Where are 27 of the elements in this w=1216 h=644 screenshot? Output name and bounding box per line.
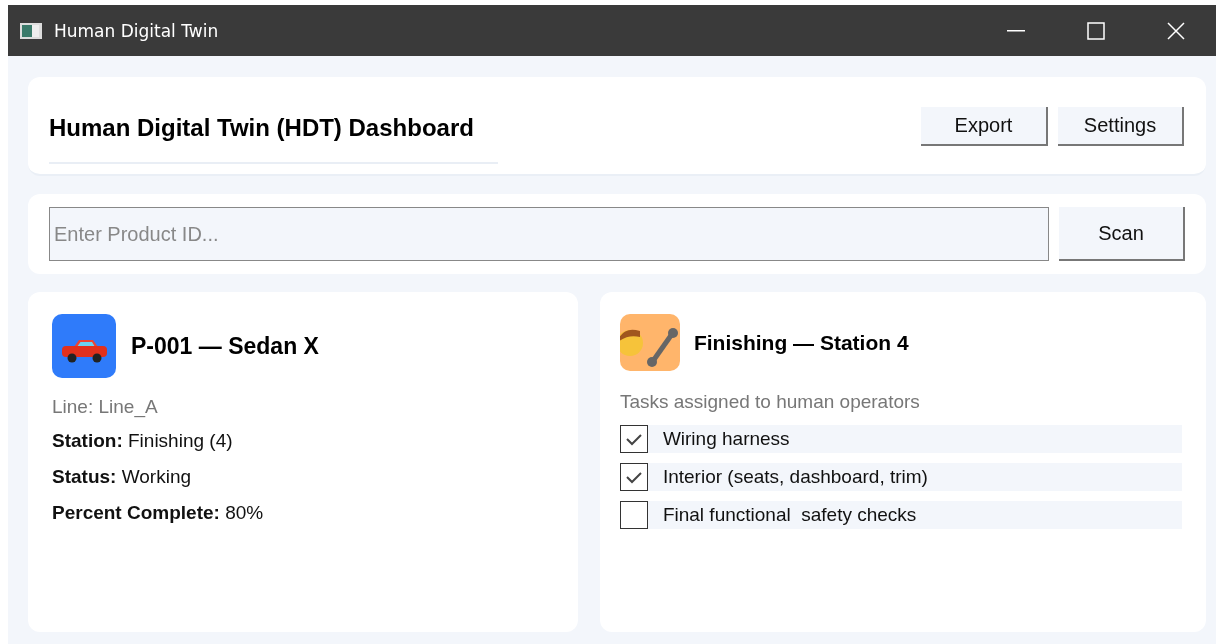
export-button[interactable]: Export: [921, 107, 1048, 146]
product-field: Station: Finishing (4): [52, 430, 554, 452]
task-checkbox[interactable]: [619, 501, 648, 529]
task-label: Wiring harness: [647, 425, 1182, 453]
worker-wrench-icon: [619, 314, 680, 371]
product-title: P-001 — Sedan X: [131, 332, 319, 360]
product-field: Percent Complete: 80%: [52, 502, 554, 524]
app-icon: [20, 22, 42, 39]
settings-button[interactable]: Settings: [1058, 107, 1184, 146]
task-checkbox[interactable]: [619, 425, 648, 453]
window-title: Human Digital Twin: [54, 20, 220, 41]
line-label: Line: Line_A: [52, 396, 159, 418]
product-id-field[interactable]: Enter Product ID...: [49, 207, 1049, 261]
task-label: Final functional safety checks: [647, 501, 1182, 529]
dashboard-title: Human Digital Twin (HDT) Dashboard: [49, 101, 498, 164]
close-icon: [1167, 21, 1185, 40]
station-title: Finishing — Station 4: [693, 330, 909, 355]
scan-button[interactable]: Scan: [1059, 207, 1185, 261]
tasks-subtitle: Tasks assigned to human operators: [619, 391, 921, 413]
minimize-icon: [1007, 29, 1025, 32]
car-icon: [52, 314, 116, 378]
product-field: Status: Working: [52, 466, 554, 488]
check-icon: [624, 432, 643, 446]
maximize-icon: [1087, 21, 1105, 40]
task-label: Interior (seats, dashboard, trim): [647, 463, 1182, 491]
check-icon: [624, 470, 643, 484]
task-checkbox[interactable]: [619, 463, 648, 491]
